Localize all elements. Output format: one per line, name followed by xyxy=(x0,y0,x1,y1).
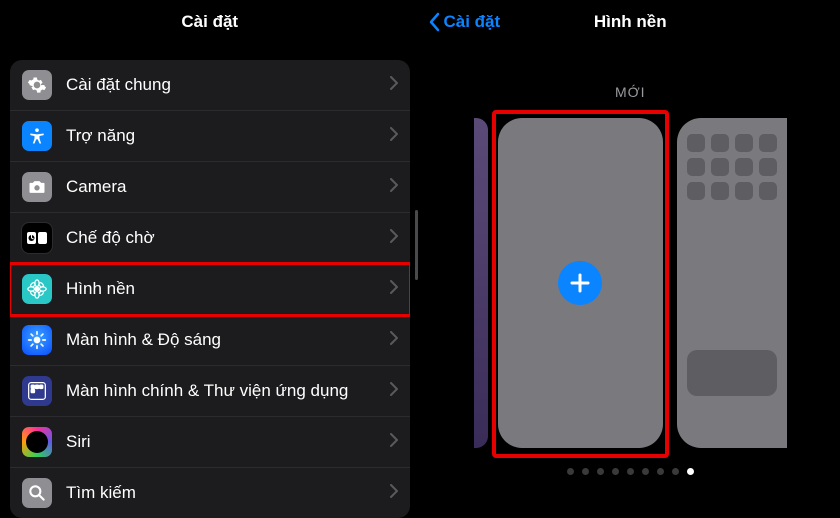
brightness-icon xyxy=(22,325,52,355)
settings-row-label: Trợ năng xyxy=(66,126,390,146)
wallpaper-screen: Cài đặt Hình nền MỚI xyxy=(421,0,840,500)
page-dot[interactable] xyxy=(672,468,679,475)
settings-title: Cài đặt xyxy=(181,12,238,32)
settings-header: Cài đặt xyxy=(0,0,420,44)
dock xyxy=(687,350,777,396)
settings-row-camera[interactable]: Camera xyxy=(10,162,410,213)
page-dots[interactable] xyxy=(567,468,694,475)
app-icon xyxy=(711,134,729,152)
page-dot[interactable] xyxy=(567,468,574,475)
app-icon xyxy=(711,182,729,200)
wallpaper-header: Cài đặt Hình nền xyxy=(421,0,840,44)
settings-screen: Cài đặt Cài đặt chung Trợ năng Camera Chế đ… xyxy=(0,0,421,500)
page-dot[interactable] xyxy=(687,468,694,475)
app-icon xyxy=(711,158,729,176)
gear-icon xyxy=(22,70,52,100)
chevron-left-icon xyxy=(429,12,441,32)
chevron-right-icon xyxy=(390,331,398,350)
chevron-right-icon xyxy=(390,76,398,95)
camera-icon xyxy=(22,172,52,202)
settings-row-label: Siri xyxy=(66,432,390,452)
page-dot[interactable] xyxy=(612,468,619,475)
wallpaper-title: Hình nền xyxy=(594,12,667,32)
add-wallpaper-button[interactable] xyxy=(558,261,602,305)
wallpaper-preview-row xyxy=(474,118,787,448)
add-wallpaper-card[interactable] xyxy=(498,118,663,448)
page-dot[interactable] xyxy=(597,468,604,475)
chevron-right-icon xyxy=(390,382,398,401)
page-dot[interactable] xyxy=(642,468,649,475)
settings-row-display[interactable]: Màn hình & Độ sáng xyxy=(10,315,410,366)
back-button[interactable]: Cài đặt xyxy=(429,0,501,44)
settings-row-label: Cài đặt chung xyxy=(66,75,390,95)
app-icon xyxy=(759,158,777,176)
app-icon xyxy=(687,182,705,200)
settings-list: Cài đặt chung Trợ năng Camera Chế độ chờ Hìn… xyxy=(10,60,410,518)
back-label: Cài đặt xyxy=(444,12,501,32)
app-grid xyxy=(687,134,777,200)
settings-row-siri[interactable]: Siri xyxy=(10,417,410,468)
chevron-right-icon xyxy=(390,280,398,299)
chevron-right-icon xyxy=(390,178,398,197)
app-icon xyxy=(687,158,705,176)
apps-icon xyxy=(22,376,52,406)
settings-row-search[interactable]: Tìm kiếm xyxy=(10,468,410,518)
standby-icon xyxy=(22,223,52,253)
app-icon xyxy=(687,134,705,152)
app-icon xyxy=(735,134,753,152)
chevron-right-icon xyxy=(390,229,398,248)
page-dot[interactable] xyxy=(582,468,589,475)
chevron-right-icon xyxy=(390,433,398,452)
page-dot[interactable] xyxy=(657,468,664,475)
settings-row-access[interactable]: Trợ năng xyxy=(10,111,410,162)
settings-row-label: Camera xyxy=(66,177,390,197)
plus-icon xyxy=(569,272,591,294)
settings-row-label: Màn hình chính & Thư viện ứng dụng xyxy=(66,381,390,401)
accessibility-icon xyxy=(22,121,52,151)
previous-wallpaper-sliver[interactable] xyxy=(474,118,488,448)
chevron-right-icon xyxy=(390,127,398,146)
wallpaper-body: MỚI xyxy=(421,44,840,475)
flower-icon xyxy=(22,274,52,304)
siri-icon xyxy=(22,427,52,457)
settings-row-label: Chế độ chờ xyxy=(66,228,390,248)
settings-row-label: Hình nền xyxy=(66,279,390,299)
settings-row-standby[interactable]: Chế độ chờ xyxy=(10,213,410,264)
search-icon xyxy=(22,478,52,508)
settings-row-homescreen[interactable]: Màn hình chính & Thư viện ứng dụng xyxy=(10,366,410,417)
app-icon xyxy=(759,182,777,200)
settings-row-label: Tìm kiếm xyxy=(66,483,390,503)
scrollbar[interactable] xyxy=(415,210,418,280)
app-icon xyxy=(735,182,753,200)
settings-row-general[interactable]: Cài đặt chung xyxy=(10,60,410,111)
new-wallpaper-label: MỚI xyxy=(615,84,646,100)
settings-row-wallpaper[interactable]: Hình nền xyxy=(10,264,410,315)
app-icon xyxy=(759,134,777,152)
home-screen-preview[interactable] xyxy=(677,118,787,448)
app-icon xyxy=(735,158,753,176)
settings-row-label: Màn hình & Độ sáng xyxy=(66,330,390,350)
page-dot[interactable] xyxy=(627,468,634,475)
